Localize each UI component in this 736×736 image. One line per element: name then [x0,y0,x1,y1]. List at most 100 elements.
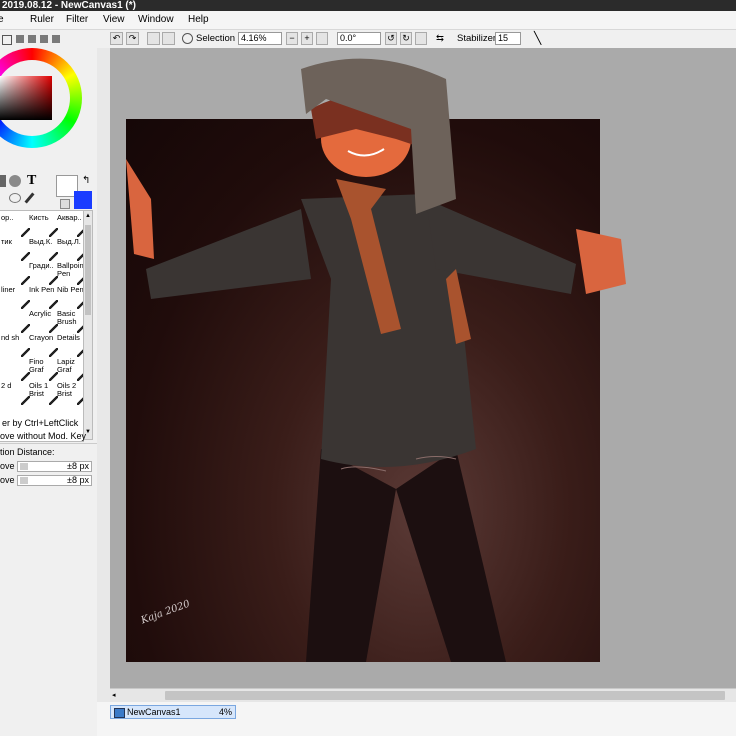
navigator-zoom: 4% [218,707,232,717]
eyedropper-icon[interactable] [24,192,35,204]
section-distance-label: tion Distance: [0,447,55,457]
text-tool-icon[interactable]: T [27,173,36,189]
brush-label: Кисть [29,213,49,222]
menu-window[interactable]: Window [138,14,174,25]
navigator-panel: NewCanvas1 4% [97,702,736,736]
brush-label: Basic Brush [57,309,77,326]
panel-icons-row [2,33,92,45]
brush-item[interactable]: Oils 1 Brist [29,382,59,406]
swap-colors-icon[interactable]: ↰ [82,175,90,186]
vertical-scrollbar[interactable] [97,48,111,702]
brush-item[interactable]: Кисть [29,214,59,238]
brush-label: Oils 1 Brist [29,381,49,398]
brush-label: Выд.К. [29,237,53,246]
row2-label: ove [0,475,15,485]
tool-icons: T ↰ [0,173,97,211]
brush-label: Выд.Л. [57,237,81,246]
horizontal-scroll-thumb[interactable] [165,691,725,700]
zoom-reset-button[interactable] [316,32,328,45]
flip-icon[interactable]: ⇆ [436,33,444,44]
brush-item[interactable]: Fino Graf [29,358,59,382]
brush-item[interactable]: Crayon [29,334,59,358]
reset-colors-icon[interactable] [60,199,70,209]
rotate-right-icon[interactable]: ↻ [400,32,412,45]
horizontal-scrollbar[interactable]: ◂ [110,688,736,703]
brush-scrollbar[interactable]: ▲ ▼ [83,210,93,440]
brush-item[interactable]: Гради.. [29,262,59,286]
hint-move: ove without Mod. Key [0,431,87,441]
canvas-thumbnail-icon [114,708,125,718]
brush-item[interactable] [1,358,31,382]
slider-knob[interactable] [20,477,28,484]
secondary-color-swatch[interactable] [74,191,92,209]
panel-grid-icon[interactable] [28,35,36,43]
invert-selection-button[interactable] [162,32,175,45]
brush-item[interactable]: ор.. [1,214,31,238]
canvas-artwork[interactable]: Kaja 2020 [126,58,626,662]
menu-bar: e Ruler Filter View Window Help [0,11,736,30]
row2-value: ±8 px [67,475,89,485]
color-square[interactable] [0,76,52,120]
selection-label: Selection [196,33,236,44]
row1-slider[interactable]: ±8 px [17,461,92,472]
menu-ruler[interactable]: Ruler [30,14,54,25]
brush-label: Details [57,333,80,342]
top-toolbar: ↶ ↷ Selection 4.16% − + 0.0° ↺ ↻ ⇆ Stabi… [97,30,736,49]
bucket-tool-icon[interactable] [9,175,21,187]
brush-item[interactable]: Acrylic [29,310,59,334]
rotation-field[interactable]: 0.0° [337,32,381,45]
brush-item[interactable]: 2 d [1,382,31,406]
straight-line-icon[interactable]: ╲ [534,31,541,45]
eye-icon[interactable] [182,33,193,44]
panel-toggle-icon[interactable] [2,35,12,45]
window-title: 2019.08.12 - NewCanvas1 (*) [0,0,736,11]
panel-grid-icon[interactable] [52,35,60,43]
hint-ctrl-click: er by Ctrl+LeftClick [2,418,79,428]
brush-label: nd sh [1,333,20,342]
brush-label: 2 d [1,381,12,390]
color-wheel[interactable] [0,48,82,148]
brush-item[interactable]: liner [1,286,31,310]
artwork-illustration [126,58,626,662]
brush-item[interactable]: Ink Pen [29,286,59,310]
left-panel: T ↰ ор.. Кисть Аквар.. тик Выд.К. Выд.Л. Гради… [0,30,98,736]
slider-knob[interactable] [20,463,28,470]
panel-grid-icon[interactable] [16,35,24,43]
rotate-left-icon[interactable]: ↺ [385,32,397,45]
row1-value: ±8 px [67,461,89,471]
zoom-field[interactable]: 4.16% [238,32,282,45]
brush-label: Ink Pen [29,285,55,294]
menu-filter[interactable]: Filter [66,14,88,25]
scroll-left-arrow[interactable]: ◂ [112,691,116,699]
stabilizer-select[interactable]: 15 [495,32,521,45]
row2-slider[interactable]: ±8 px [17,475,92,486]
menu-view[interactable]: View [103,14,125,25]
brush-label: Аквар.. [57,213,82,222]
menu-help[interactable]: Help [188,14,209,25]
brush-label: Nib Pen [57,285,84,294]
brush-label: Oils 2 Brist [57,381,77,398]
brush-label: Lapiz Graf [57,357,75,374]
lasso-tool-icon[interactable] [9,193,21,203]
rotation-reset-button[interactable] [415,32,427,45]
divider [0,443,97,444]
undo-icon[interactable]: ↶ [110,32,123,45]
stabilizer-label: Stabilizer [457,33,497,44]
menu-file-partial[interactable]: e [0,14,4,25]
brush-label: тик [1,237,12,246]
brush-item[interactable]: nd sh [1,334,31,358]
select-tool-icon[interactable] [0,175,6,187]
redo-icon[interactable]: ↷ [126,32,139,45]
row1-label: ove [0,461,15,471]
brush-item[interactable]: Выд.К. [29,238,59,262]
panel-grid-icon[interactable] [40,35,48,43]
deselect-button[interactable] [147,32,160,45]
zoom-out-button[interactable]: − [286,32,298,45]
brush-label: Гради.. [29,261,54,270]
navigator-canvas-item[interactable]: NewCanvas1 4% [110,705,236,719]
brush-item[interactable] [1,262,31,286]
brush-item[interactable]: тик [1,238,31,262]
brush-item[interactable] [1,310,31,334]
brush-label: Acrylic [29,309,52,318]
zoom-in-button[interactable]: + [301,32,313,45]
